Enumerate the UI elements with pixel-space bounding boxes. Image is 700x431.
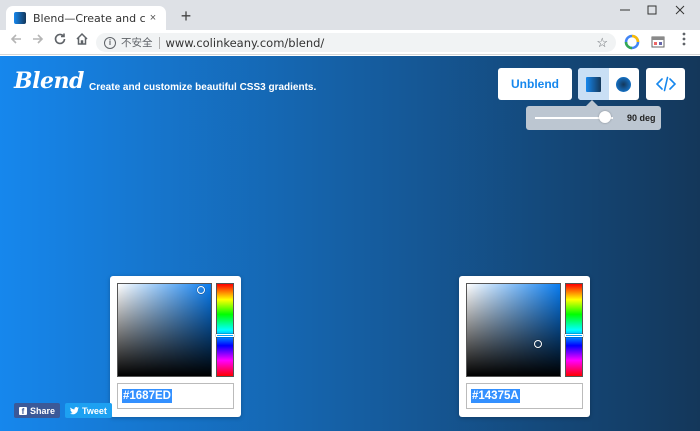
angle-value: 90 deg (627, 113, 656, 123)
share-bar: f Share Tweet (14, 403, 112, 418)
minimize-icon[interactable] (613, 3, 637, 19)
new-tab-button[interactable]: + (176, 6, 196, 26)
color-picker-start: #1687ED (110, 276, 241, 417)
hue-slider[interactable] (565, 283, 583, 377)
home-icon[interactable] (72, 32, 92, 52)
facebook-share-button[interactable]: f Share (14, 403, 61, 418)
linear-gradient-button[interactable] (578, 68, 609, 100)
omnibox-divider (158, 36, 160, 49)
reload-icon[interactable] (50, 32, 70, 52)
hue-slider[interactable] (216, 283, 234, 377)
hex-value: #1687ED (122, 389, 172, 403)
hex-value: #14375A (471, 389, 520, 403)
radial-gradient-icon (616, 76, 632, 92)
browser-toolbar: i 不安全 www.colinkeany.com/blend/ ☆ (0, 30, 700, 55)
hex-input[interactable]: #1687ED (117, 383, 234, 409)
close-window-icon[interactable] (668, 3, 692, 19)
forward-arrow-icon[interactable] (28, 32, 48, 52)
code-icon (655, 76, 676, 92)
angle-popover: 90 deg (526, 100, 661, 130)
tab-close-icon[interactable]: × (146, 12, 160, 24)
url-text[interactable]: www.colinkeany.com/blend/ (166, 36, 325, 50)
browser-menu-icon[interactable] (674, 32, 694, 52)
security-status: 不安全 (121, 37, 153, 49)
extension-icon[interactable] (624, 34, 640, 50)
tab-strip: Blend—Create and customize × + (0, 0, 700, 30)
value-overlay (467, 284, 560, 376)
facebook-icon: f (19, 406, 27, 416)
gradient-type-toggle (578, 68, 639, 100)
gradient-canvas: Blend Create and customize beautiful CSS… (0, 56, 700, 431)
radial-gradient-button[interactable] (609, 68, 640, 100)
hue-marker[interactable] (565, 334, 583, 337)
back-arrow-icon[interactable] (6, 32, 26, 52)
tagline: Create and customize beautiful CSS3 grad… (89, 82, 317, 93)
hue-marker[interactable] (216, 334, 234, 337)
address-bar[interactable]: i 不安全 www.colinkeany.com/blend/ ☆ (96, 33, 616, 52)
tab-title: Blend—Create and customize (33, 11, 146, 25)
info-icon[interactable]: i (104, 36, 116, 49)
twitter-tweet-button[interactable]: Tweet (65, 403, 112, 418)
maximize-icon[interactable] (640, 3, 664, 19)
saturation-value-area[interactable] (117, 283, 212, 377)
value-overlay (118, 284, 211, 376)
angle-slider-thumb[interactable] (599, 111, 612, 123)
browser-tab[interactable]: Blend—Create and customize × (6, 6, 166, 30)
extension-icon[interactable] (650, 34, 666, 50)
twitter-tweet-label: Tweet (82, 405, 107, 416)
color-picker-end: #14375A (459, 276, 590, 417)
tab-favicon-icon (14, 12, 26, 24)
color-cursor[interactable] (197, 286, 205, 294)
color-cursor[interactable] (534, 340, 542, 348)
view-code-button[interactable] (646, 68, 685, 100)
twitter-icon (70, 406, 80, 414)
bookmark-star-icon[interactable]: ☆ (596, 33, 608, 52)
hex-input[interactable]: #14375A (466, 383, 583, 409)
unblend-button[interactable]: Unblend (498, 68, 572, 100)
facebook-share-label: Share (30, 405, 56, 416)
linear-gradient-icon (585, 76, 601, 92)
saturation-value-area[interactable] (466, 283, 561, 377)
logo[interactable]: Blend (14, 68, 84, 94)
